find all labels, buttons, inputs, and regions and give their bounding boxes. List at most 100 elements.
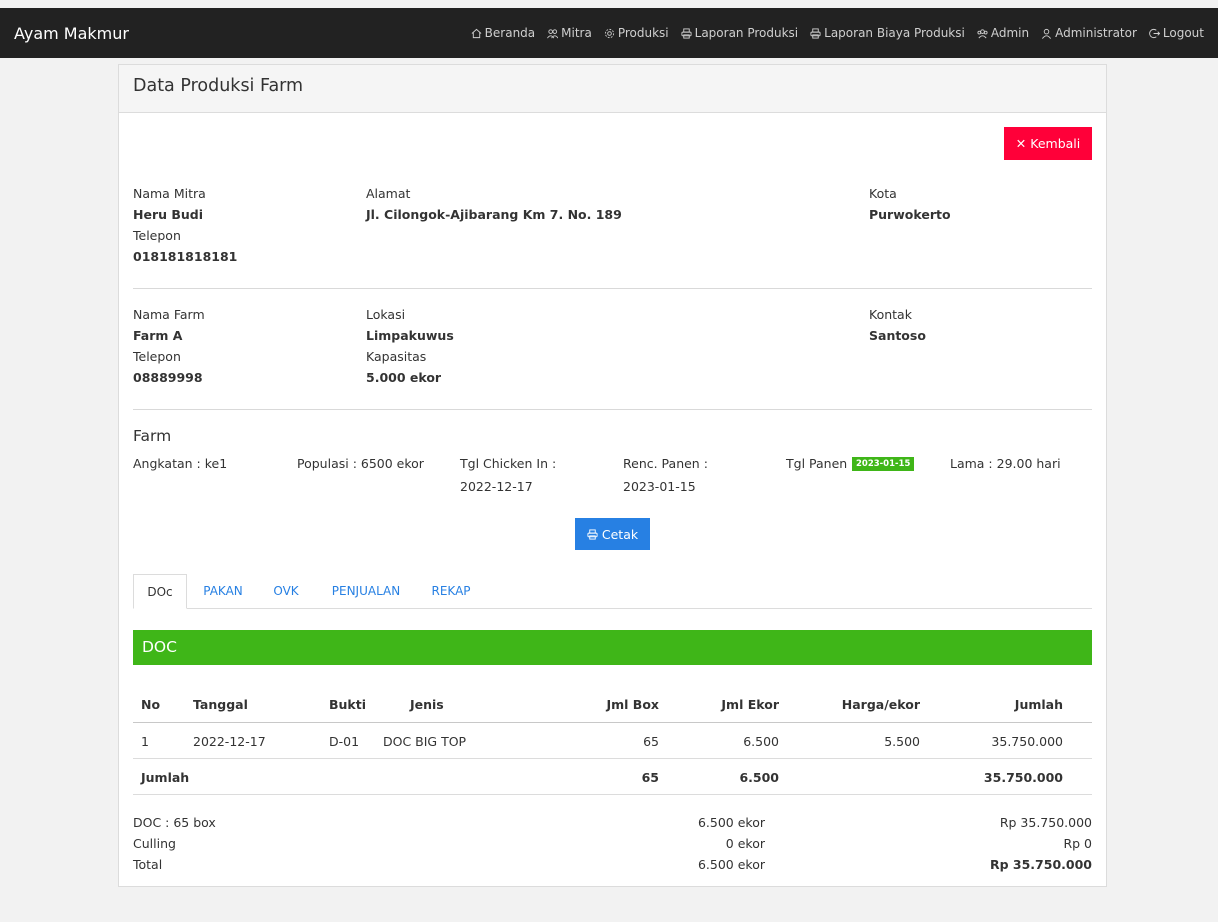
- table-cell-no: 1: [141, 734, 149, 749]
- divider: [133, 288, 1092, 289]
- table-cell-tanggal: 2022-12-17: [193, 734, 266, 749]
- printer-icon: [587, 528, 598, 540]
- back-button[interactable]: ✕ Kembali: [1004, 127, 1092, 160]
- home-icon: [471, 28, 482, 38]
- col-header-harga: Harga/ekor: [841, 697, 920, 712]
- back-button-label: Kembali: [1030, 136, 1081, 151]
- nav-label: Produksi: [617, 26, 669, 40]
- tab-ovk[interactable]: OVK: [269, 574, 303, 609]
- doc-section-heading: DOC: [133, 630, 1092, 665]
- col-header-bukti: Bukti: [329, 697, 366, 712]
- users-icon: [547, 28, 559, 38]
- farm-name: Farm A: [133, 328, 183, 343]
- table-header-divider: [133, 722, 1092, 723]
- table-total-jumlah: 35.750.000: [983, 770, 1063, 785]
- farm-capacity: 5.000 ekor: [366, 370, 442, 385]
- nav-item-mitra[interactable]: Mitra: [547, 26, 592, 40]
- angkatan-text: Angkatan : ke1: [133, 456, 228, 471]
- col-header-tanggal: Tanggal: [193, 697, 248, 712]
- mitra-address: Jl. Cilongok-Ajibarang Km 7. No. 189: [366, 207, 622, 222]
- summary-culling-rp: Rp 0: [1063, 836, 1092, 851]
- tab-doc[interactable]: DOc: [133, 574, 187, 609]
- farm-section-title: Farm: [133, 427, 172, 445]
- table-cell-jumlah: 35.750.000: [991, 734, 1063, 749]
- nav-item-logout[interactable]: Logout: [1149, 26, 1204, 40]
- col-header-jumlah: Jumlah: [1014, 697, 1063, 712]
- nav-item-administrator[interactable]: Administrator: [1041, 26, 1137, 40]
- nav-label: Beranda: [484, 26, 536, 40]
- print-button-label: Cetak: [601, 526, 639, 542]
- col-header-jml-ekor: Jml Ekor: [721, 697, 779, 712]
- summary-doc-label: DOC : 65 box: [133, 815, 216, 830]
- table-cell-jml-ekor: 6.500: [743, 734, 779, 749]
- mitra-address-label: Alamat: [366, 186, 411, 201]
- nav-label: Laporan Produksi: [694, 26, 799, 40]
- mitra-city: Purwokerto: [869, 207, 951, 222]
- logout-icon: [1149, 28, 1160, 38]
- summary-culling-label: Culling: [133, 836, 176, 851]
- brand-logo-text[interactable]: Ayam Makmur: [14, 24, 129, 43]
- nav-label: Admin: [990, 26, 1030, 40]
- chicken-in-date: 2022-12-17: [460, 479, 533, 494]
- production-panel: Data Produksi Farm ✕ Kembali Nama Mitra …: [118, 64, 1107, 887]
- group-icon: [977, 28, 988, 38]
- nav-item-beranda[interactable]: Beranda: [471, 26, 535, 40]
- summary-doc-ekor: 6.500 ekor: [697, 815, 765, 830]
- farm-phone: 08889998: [133, 370, 203, 385]
- printer-icon: [810, 27, 821, 39]
- mitra-name-label: Nama Mitra: [133, 186, 206, 201]
- table-cell-harga: 5.500: [884, 734, 920, 749]
- nav-item-admin[interactable]: Admin: [977, 26, 1029, 40]
- renc-panen-date: 2023-01-15: [623, 479, 696, 494]
- table-total-label: Jumlah: [141, 770, 190, 785]
- summary-total-label: Total: [133, 857, 163, 872]
- nav-menu: Beranda Mitra Produksi Laporan Produksi …: [471, 26, 1204, 40]
- nav-item-laporan-biaya[interactable]: Laporan Biaya Produksi: [810, 26, 965, 40]
- tgl-panen-badge: 2023-01-15: [852, 457, 915, 471]
- populasi-text: Populasi : 6500 ekor: [297, 456, 424, 471]
- nav-label: Mitra: [561, 26, 592, 40]
- nav-item-produksi[interactable]: Produksi: [604, 26, 669, 40]
- panel-header: Data Produksi Farm: [119, 65, 1106, 113]
- gear-icon: [604, 28, 614, 38]
- nav-label: Logout: [1162, 26, 1204, 40]
- farm-contact-label: Kontak: [869, 307, 912, 322]
- mitra-phone-label: Telepon: [133, 228, 181, 243]
- tab-rekap[interactable]: REKAP: [427, 574, 475, 609]
- table-cell-bukti: D-01: [329, 734, 360, 749]
- printer-icon: [681, 27, 692, 39]
- tab-pakan[interactable]: PAKAN: [201, 574, 245, 609]
- farm-name-label: Nama Farm: [133, 307, 205, 322]
- tab-penjualan[interactable]: PENJUALAN: [325, 574, 407, 609]
- col-header-jenis: Jenis: [410, 697, 444, 712]
- farm-location: Limpakuwus: [366, 328, 454, 343]
- print-button[interactable]: Cetak: [575, 518, 650, 550]
- renc-panen-label: Renc. Panen :: [623, 456, 708, 471]
- mitra-phone: 018181818181: [133, 249, 238, 264]
- col-header-jml-box: Jml Box: [606, 697, 660, 712]
- table-total-jml-box: 65: [641, 770, 659, 785]
- divider: [133, 409, 1092, 410]
- tab-bar: DOc PAKAN OVK PENJUALAN REKAP: [133, 574, 1092, 609]
- mitra-city-label: Kota: [869, 186, 897, 201]
- page-title: Data Produksi Farm: [133, 76, 304, 96]
- nav-item-laporan-produksi[interactable]: Laporan Produksi: [681, 26, 799, 40]
- table-cell-jenis: DOC BIG TOP: [383, 734, 467, 749]
- chicken-in-label: Tgl Chicken In :: [460, 456, 557, 471]
- summary-doc-rp: Rp 35.750.000: [999, 815, 1092, 830]
- summary-total-rp: Rp 35.750.000: [989, 857, 1092, 872]
- nav-label: Laporan Biaya Produksi: [824, 26, 965, 40]
- table-row-divider: [133, 758, 1092, 759]
- farm-capacity-label: Kapasitas: [366, 349, 427, 364]
- nav-label: Administrator: [1055, 26, 1137, 40]
- mitra-name: Heru Budi: [133, 207, 204, 222]
- user-icon: [1042, 28, 1052, 39]
- summary-total-ekor: 6.500 ekor: [697, 857, 765, 872]
- tgl-panen-label: Tgl Panen :: [786, 456, 856, 471]
- farm-contact: Santoso: [869, 328, 926, 343]
- summary-culling-ekor: 0 ekor: [725, 836, 765, 851]
- top-navbar: Ayam Makmur Beranda Mitra Produksi Lapor…: [0, 8, 1218, 58]
- farm-phone-label: Telepon: [133, 349, 181, 364]
- table-footer-divider: [133, 794, 1092, 795]
- col-header-no: No: [141, 697, 161, 712]
